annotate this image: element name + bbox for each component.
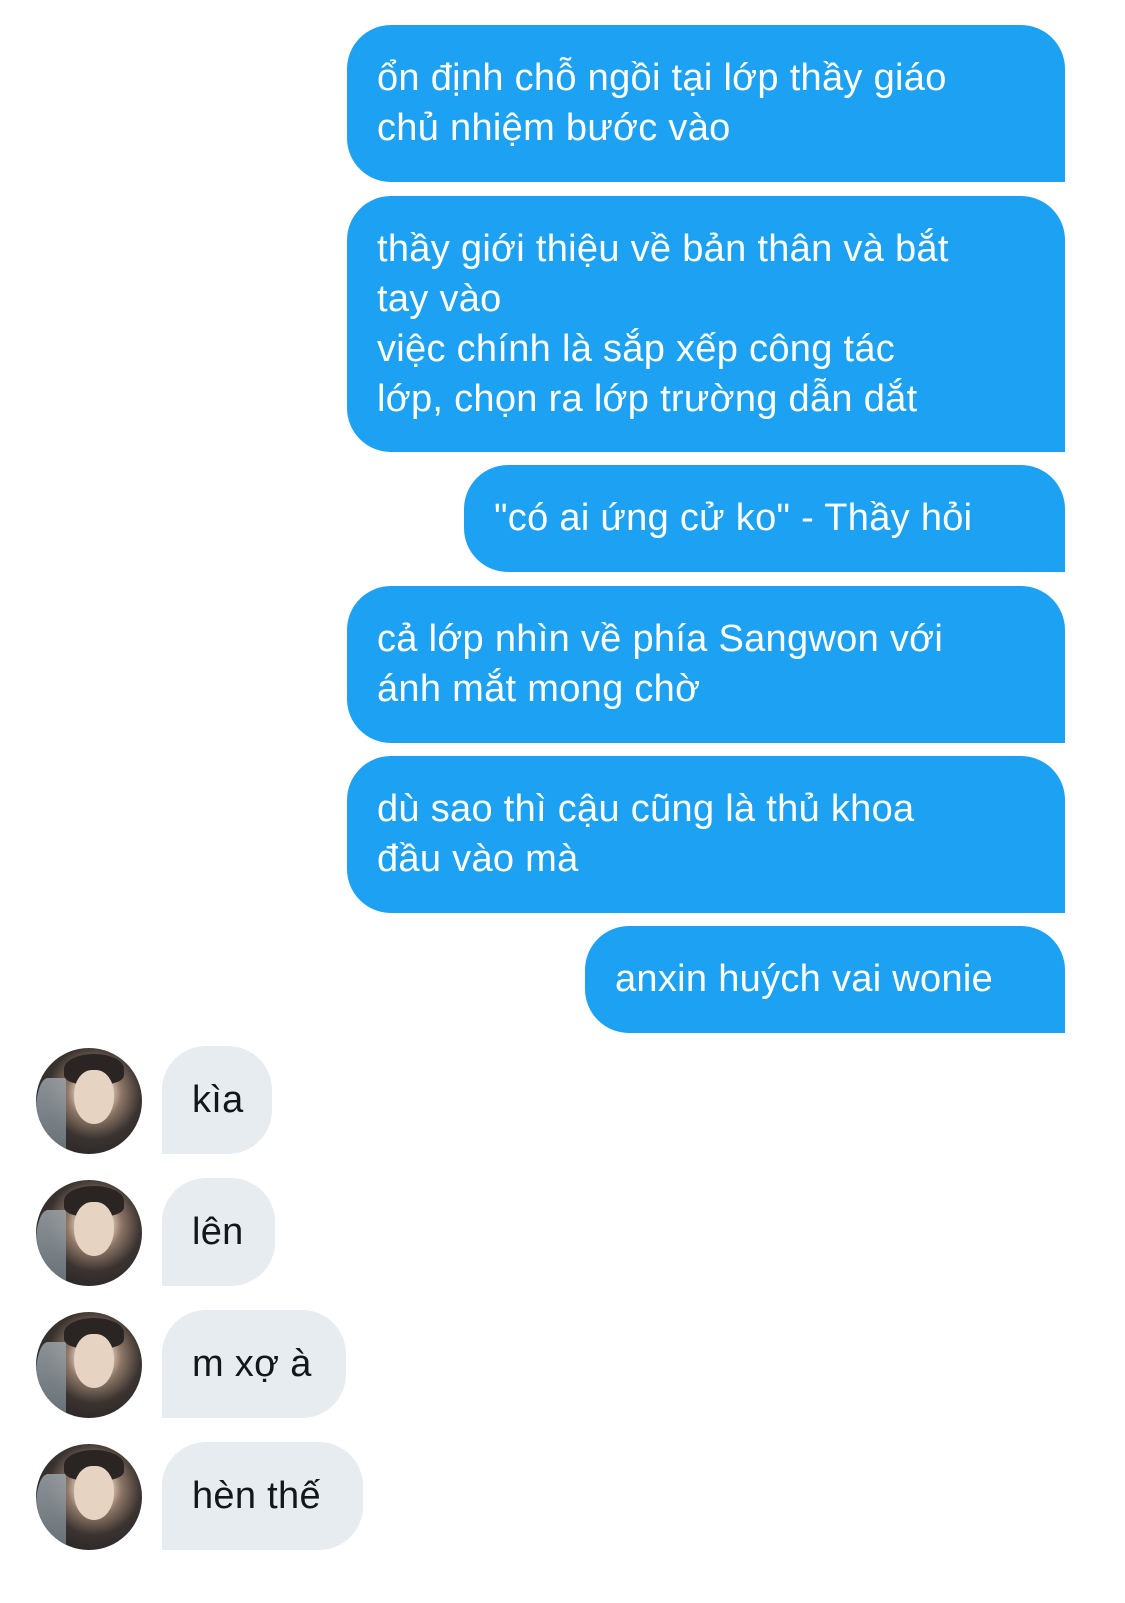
sender-avatar[interactable] (36, 1180, 142, 1286)
incoming-message[interactable]: hèn thế (162, 1442, 363, 1550)
incoming-message[interactable]: m xợ à (162, 1310, 346, 1418)
outgoing-message[interactable]: "có ai ứng cử ko" - Thầy hỏi (464, 465, 1065, 572)
outgoing-message[interactable]: anxin huých vai wonie (585, 926, 1065, 1033)
outgoing-message[interactable]: ổn định chỗ ngồi tại lớp thầy giáo chủ n… (347, 25, 1065, 182)
incoming-message[interactable]: lên (162, 1178, 275, 1286)
sender-avatar[interactable] (36, 1048, 142, 1154)
sender-avatar[interactable] (36, 1444, 142, 1550)
outgoing-message[interactable]: cả lớp nhìn về phía Sangwon với ánh mắt … (347, 586, 1065, 743)
incoming-message[interactable]: kìa (162, 1046, 272, 1154)
sender-avatar[interactable] (36, 1312, 142, 1418)
outgoing-message[interactable]: dù sao thì cậu cũng là thủ khoa đầu vào … (347, 756, 1065, 913)
outgoing-message[interactable]: thầy giới thiệu về bản thân và bắt tay v… (347, 196, 1065, 452)
